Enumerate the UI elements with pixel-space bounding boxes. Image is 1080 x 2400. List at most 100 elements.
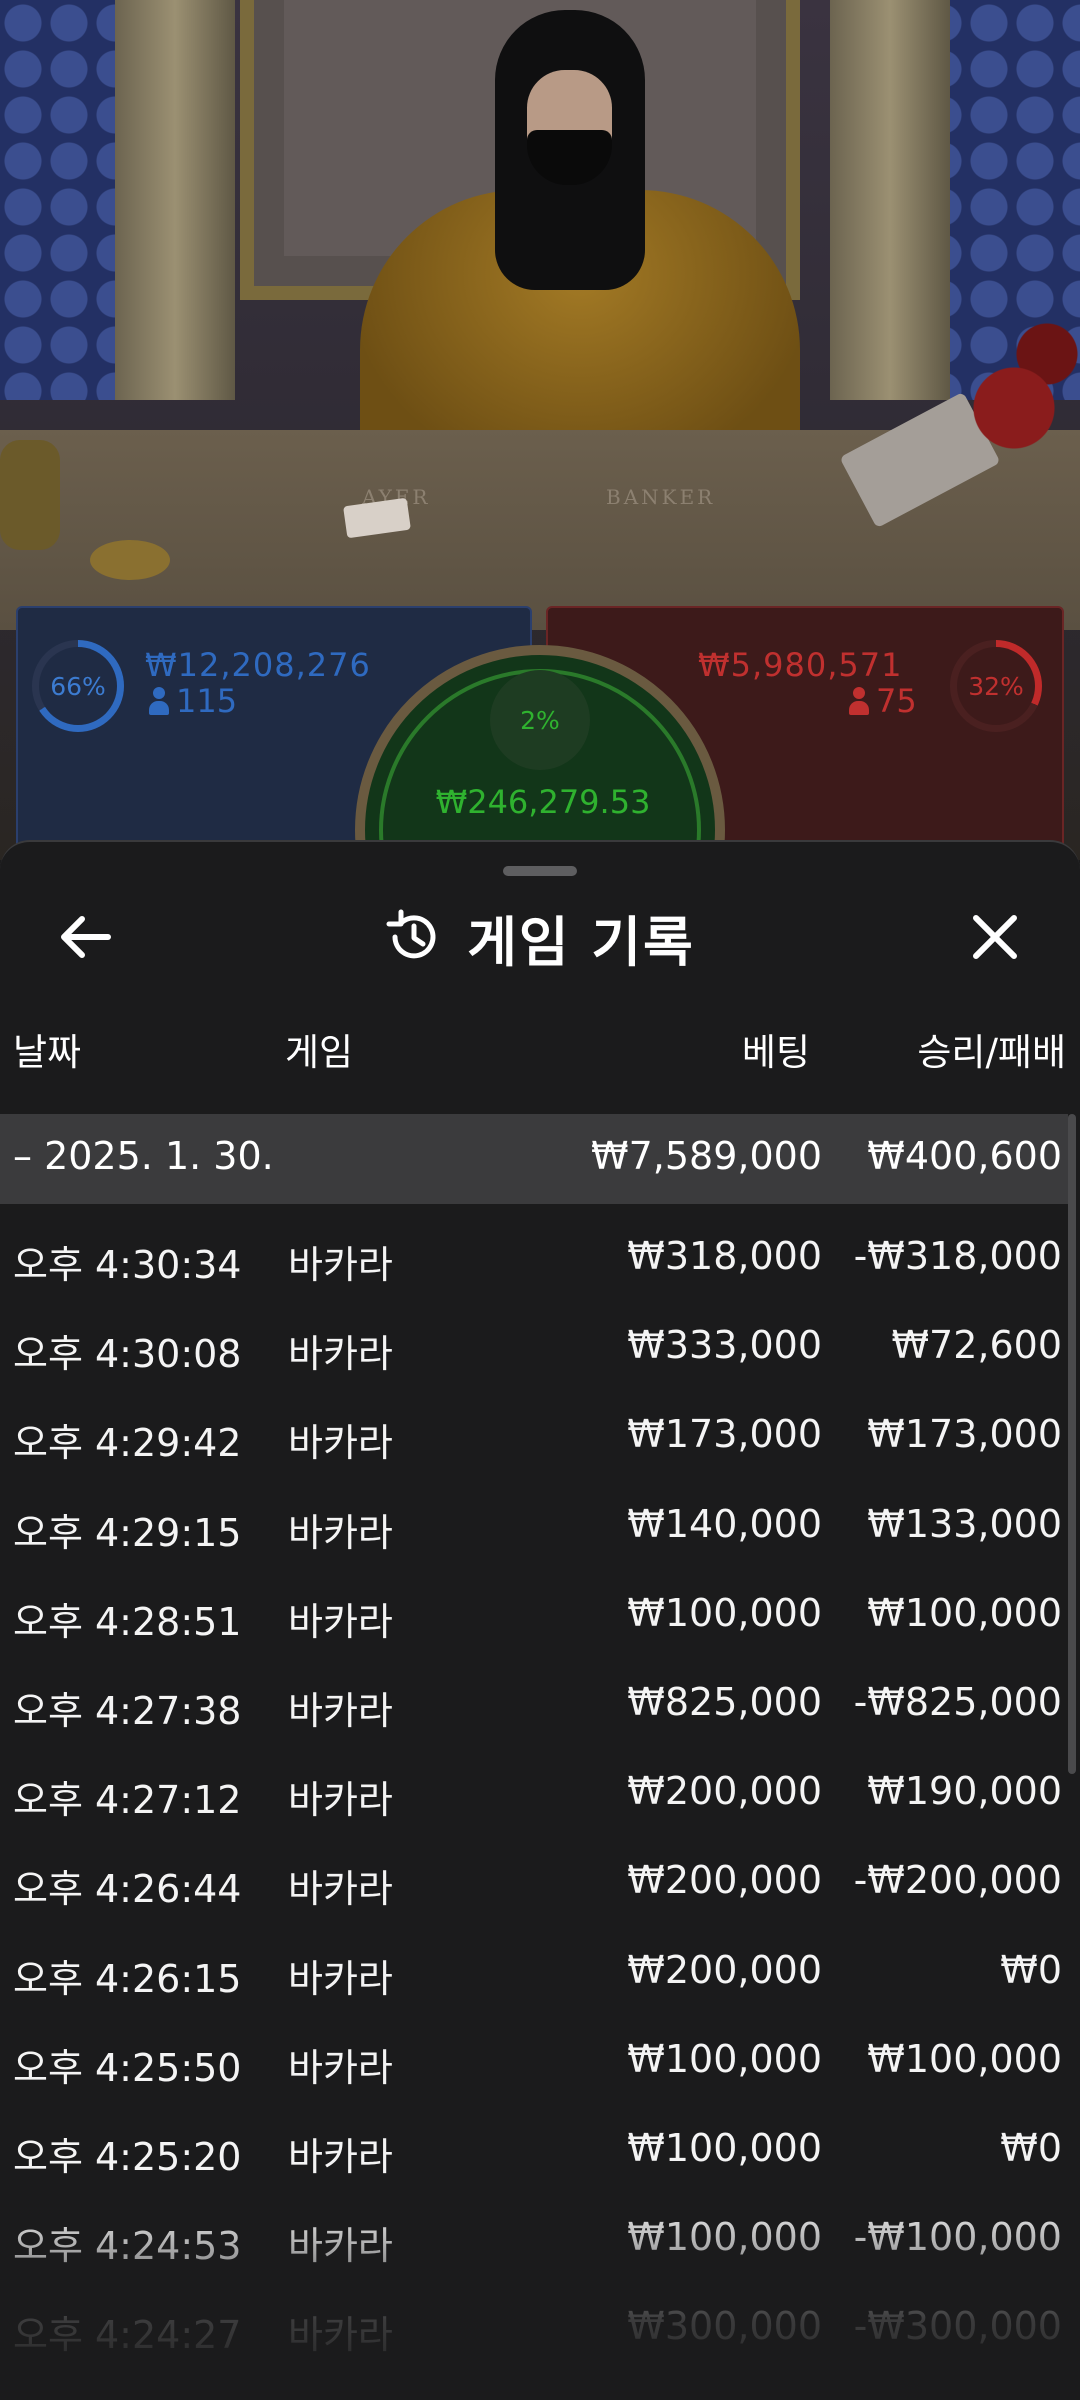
row-time: 오후 4:27:12: [13, 1778, 242, 1823]
row-bet: ₩100,000: [627, 2215, 822, 2260]
row-game: 바카라: [288, 1421, 393, 1466]
gold-ornament: [0, 440, 60, 550]
row-bet: ₩100,000: [627, 1590, 822, 1635]
row-time: 오후 4:24:27: [13, 2313, 242, 2358]
row-result: ₩190,000: [867, 1769, 1062, 1814]
row-game: 바카라: [288, 1778, 393, 1823]
history-row[interactable]: 오후 4:27:12 바카라 ₩200,000 ₩190,000: [0, 1739, 1068, 1828]
history-row[interactable]: 오후 4:30:34 바카라 ₩318,000 -₩318,000: [0, 1204, 1068, 1293]
row-result: ₩133,000: [867, 1501, 1062, 1546]
history-row[interactable]: 오후 4:25:20 바카라 ₩100,000 ₩0: [0, 2096, 1068, 2185]
row-time: 오후 4:30:08: [13, 1332, 242, 1377]
history-icon: [386, 909, 436, 959]
pillar-left: [115, 0, 235, 400]
row-game: 바카라: [288, 1688, 393, 1733]
row-time: 오후 4:27:38: [13, 1688, 242, 1733]
row-game: 바카라: [288, 1243, 393, 1287]
history-list: 오후 4:30:34 바카라 ₩318,000 -₩318,000 오후 4:30:0…: [0, 1204, 1068, 2363]
tie-percent: 2%: [490, 670, 590, 770]
player-total-amount: ₩12,208,276: [145, 646, 371, 684]
row-bet: ₩173,000: [627, 1412, 822, 1457]
row-bet: ₩200,000: [627, 1858, 822, 1903]
history-row[interactable]: 오후 4:29:15 바카라 ₩140,000 ₩133,000: [0, 1472, 1068, 1561]
row-time: 오후 4:25:50: [13, 2045, 242, 2090]
row-result: -₩200,000: [853, 1858, 1062, 1903]
row-bet: ₩200,000: [627, 1947, 822, 1992]
history-row[interactable]: 오후 4:28:51 바카라 ₩100,000 ₩100,000: [0, 1561, 1068, 1650]
row-time: 오후 4:24:53: [13, 2224, 242, 2269]
game-history-sheet: 게임 기록 날짜 게임 베팅 승리/패배 – 2025. 1. 30. ₩7,5…: [0, 840, 1080, 2400]
row-game: 바카라: [288, 2134, 393, 2179]
row-game: 바카라: [288, 1332, 393, 1377]
flower-decoration: [970, 300, 1080, 480]
row-result: ₩72,600: [891, 1323, 1062, 1368]
row-result: ₩0: [1000, 1947, 1062, 1992]
sheet-title: 게임 기록: [467, 910, 695, 974]
date-summary-row[interactable]: – 2025. 1. 30. ₩7,589,000 ₩400,600: [0, 1114, 1068, 1204]
table-header: 날짜 게임 베팅 승리/패배: [0, 1022, 1068, 1092]
banker-total-amount: ₩5,980,571: [698, 646, 903, 684]
banker-bettor-count: 75: [848, 682, 917, 720]
sheet-drag-handle[interactable]: [503, 866, 577, 876]
person-icon: [148, 687, 170, 715]
banker-percent-ring: 32%: [950, 640, 1042, 732]
row-result: -₩300,000: [853, 2304, 1062, 2349]
row-time: 오후 4:30:34: [13, 1243, 242, 1287]
summary-bet: ₩7,589,000: [591, 1134, 822, 1178]
history-row[interactable]: 오후 4:30:08 바카라 ₩333,000 ₩72,600: [0, 1293, 1068, 1382]
history-row[interactable]: 오후 4:24:27 바카라 ₩300,000 -₩300,000: [0, 2274, 1068, 2363]
history-row[interactable]: 오후 4:26:44 바카라 ₩200,000 -₩200,000: [0, 1828, 1068, 1917]
history-row[interactable]: 오후 4:26:15 바카라 ₩200,000 ₩0: [0, 1918, 1068, 2007]
row-time: 오후 4:28:51: [13, 1599, 242, 1644]
row-game: 바카라: [288, 1867, 393, 1912]
player-percent: 66%: [50, 671, 106, 701]
banker-percent: 32%: [968, 671, 1024, 701]
row-time: 오후 4:29:42: [13, 1421, 242, 1466]
row-result: -₩825,000: [853, 1679, 1062, 1724]
row-bet: ₩100,000: [627, 2125, 822, 2170]
header-date: 날짜: [13, 1031, 82, 1074]
pillar-right: [830, 0, 950, 400]
gold-ingot: [90, 540, 170, 580]
tie-total-amount: ₩246,279.53: [435, 783, 651, 821]
history-row[interactable]: 오후 4:24:53 바카라 ₩100,000 -₩100,000: [0, 2185, 1068, 2274]
history-row[interactable]: 오후 4:27:38 바카라 ₩825,000 -₩825,000: [0, 1650, 1068, 1739]
close-icon: [973, 915, 1017, 959]
history-row[interactable]: 오후 4:29:42 바카라 ₩173,000 ₩173,000: [0, 1382, 1068, 1471]
history-row[interactable]: 오후 4:25:50 바카라 ₩100,000 ₩100,000: [0, 2007, 1068, 2096]
close-button[interactable]: [960, 902, 1030, 972]
scrollbar[interactable]: [1068, 1114, 1076, 1774]
row-result: -₩100,000: [853, 2215, 1062, 2260]
row-time: 오후 4:26:15: [13, 1956, 242, 2001]
player-count-value: 115: [176, 682, 238, 720]
row-result: -₩318,000: [853, 1234, 1062, 1278]
row-result: ₩173,000: [867, 1412, 1062, 1457]
row-game: 바카라: [288, 1599, 393, 1644]
banker-count-value: 75: [876, 682, 917, 720]
row-bet: ₩333,000: [627, 1323, 822, 1368]
summary-date: – 2025. 1. 30.: [13, 1134, 274, 1178]
summary-result: ₩400,600: [867, 1134, 1062, 1178]
player-bettor-count: 115: [148, 682, 237, 720]
row-time: 오후 4:26:44: [13, 1867, 242, 1912]
row-time: 오후 4:29:15: [13, 1510, 242, 1555]
player-percent-ring: 66%: [32, 640, 124, 732]
row-game: 바카라: [288, 1956, 393, 2001]
row-game: 바카라: [288, 1510, 393, 1555]
header-game: 게임: [285, 1031, 354, 1074]
row-bet: ₩300,000: [627, 2304, 822, 2349]
sheet-header: 게임 기록: [0, 904, 1080, 974]
header-result: 승리/패배: [917, 1031, 1066, 1074]
row-bet: ₩825,000: [627, 1679, 822, 1724]
row-result: ₩100,000: [867, 2036, 1062, 2081]
row-result: ₩100,000: [867, 1590, 1062, 1635]
row-bet: ₩140,000: [627, 1501, 822, 1546]
row-result: ₩0: [1000, 2125, 1062, 2170]
row-game: 바카라: [288, 2045, 393, 2090]
row-game: 바카라: [288, 2313, 393, 2358]
row-game: 바카라: [288, 2224, 393, 2269]
row-time: 오후 4:25:20: [13, 2134, 242, 2179]
row-bet: ₩200,000: [627, 1769, 822, 1814]
row-bet: ₩318,000: [627, 1234, 822, 1278]
header-bet: 베팅: [741, 1031, 810, 1074]
